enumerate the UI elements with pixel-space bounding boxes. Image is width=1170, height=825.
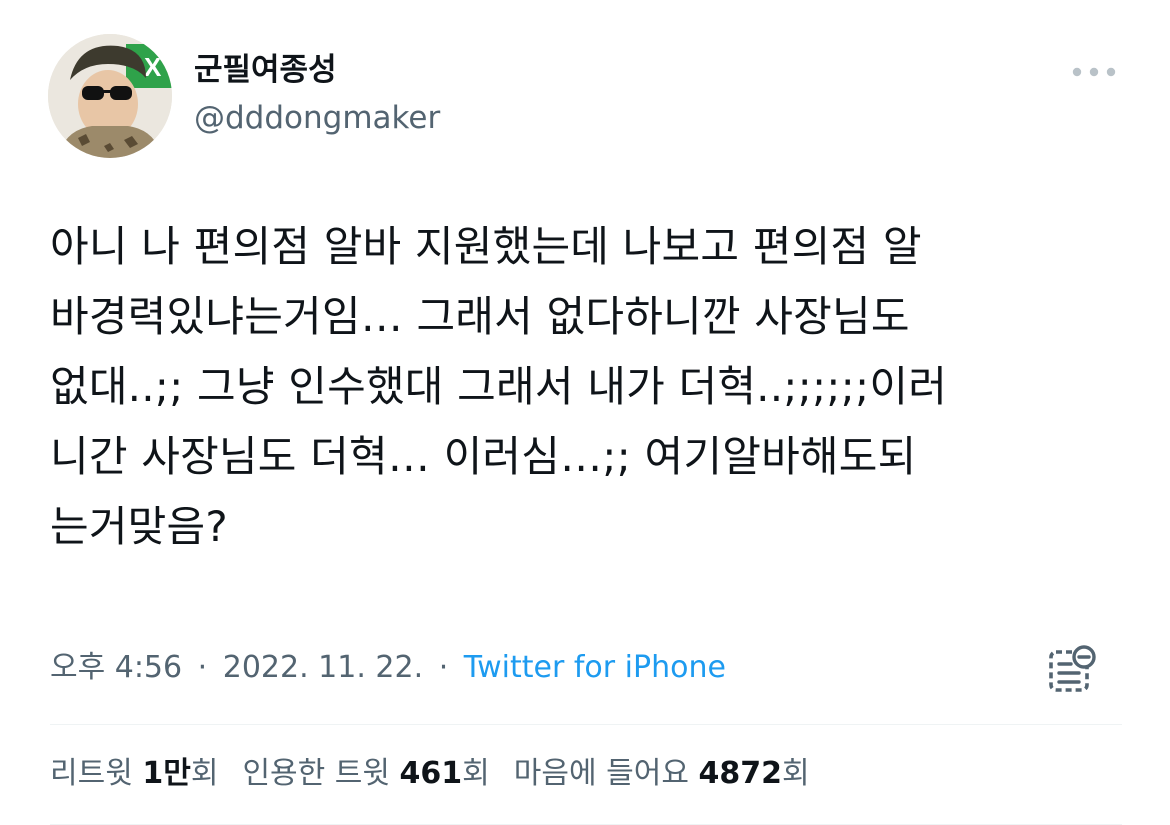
- display-name[interactable]: 군필여종성: [194, 48, 337, 92]
- retweets-label: 리트윗: [50, 756, 133, 791]
- tweet-meta: 오후 4:56 · 2022. 11. 22. · Twitter for iP…: [50, 646, 726, 690]
- avatar-image: X: [48, 34, 172, 158]
- tweet-text: 아니 나 편의점 알바 지원했는데 나보고 편의점 알 바경력있냐는거임… 그래…: [50, 222, 948, 551]
- tweet-detail: X 군필여종성 @dddongmaker 아니 나 편의점 알바 지원했는데 나…: [0, 0, 1170, 825]
- more-horizontal-icon: [1072, 67, 1116, 77]
- likes-unit: 회: [781, 756, 810, 791]
- quotes-label: 인용한 트윗: [242, 756, 390, 791]
- user-handle[interactable]: @dddongmaker: [194, 96, 440, 140]
- tweet-date[interactable]: 2022. 11. 22.: [223, 650, 423, 685]
- quotes-unit: 회: [462, 756, 490, 791]
- likes-count: 4872: [698, 756, 782, 791]
- tweet-stats: 리트윗 1만회 인용한 트윗 461회 마음에 들어요 4872회: [50, 752, 834, 796]
- quotes-stat[interactable]: 인용한 트윗 461회: [242, 752, 489, 796]
- tweet-source-link[interactable]: Twitter for iPhone: [464, 650, 726, 685]
- tweet-time[interactable]: 오후 4:56: [50, 650, 182, 685]
- retweets-count: 1만: [142, 756, 191, 791]
- avatar[interactable]: X: [48, 34, 172, 158]
- meta-separator: ·: [438, 650, 449, 685]
- divider: [50, 724, 1122, 725]
- community-notes-button[interactable]: [1046, 644, 1098, 696]
- quotes-count: 461: [399, 756, 463, 791]
- retweets-unit: 회: [190, 756, 219, 791]
- more-options-button[interactable]: [1068, 58, 1120, 86]
- community-notes-icon: [1049, 645, 1096, 692]
- retweets-stat[interactable]: 리트윗 1만회: [50, 752, 218, 796]
- likes-label: 마음에 들어요: [513, 756, 689, 791]
- avatar-badge-text: X: [144, 52, 162, 82]
- meta-separator: ·: [197, 650, 208, 685]
- likes-stat[interactable]: 마음에 들어요 4872회: [514, 752, 810, 796]
